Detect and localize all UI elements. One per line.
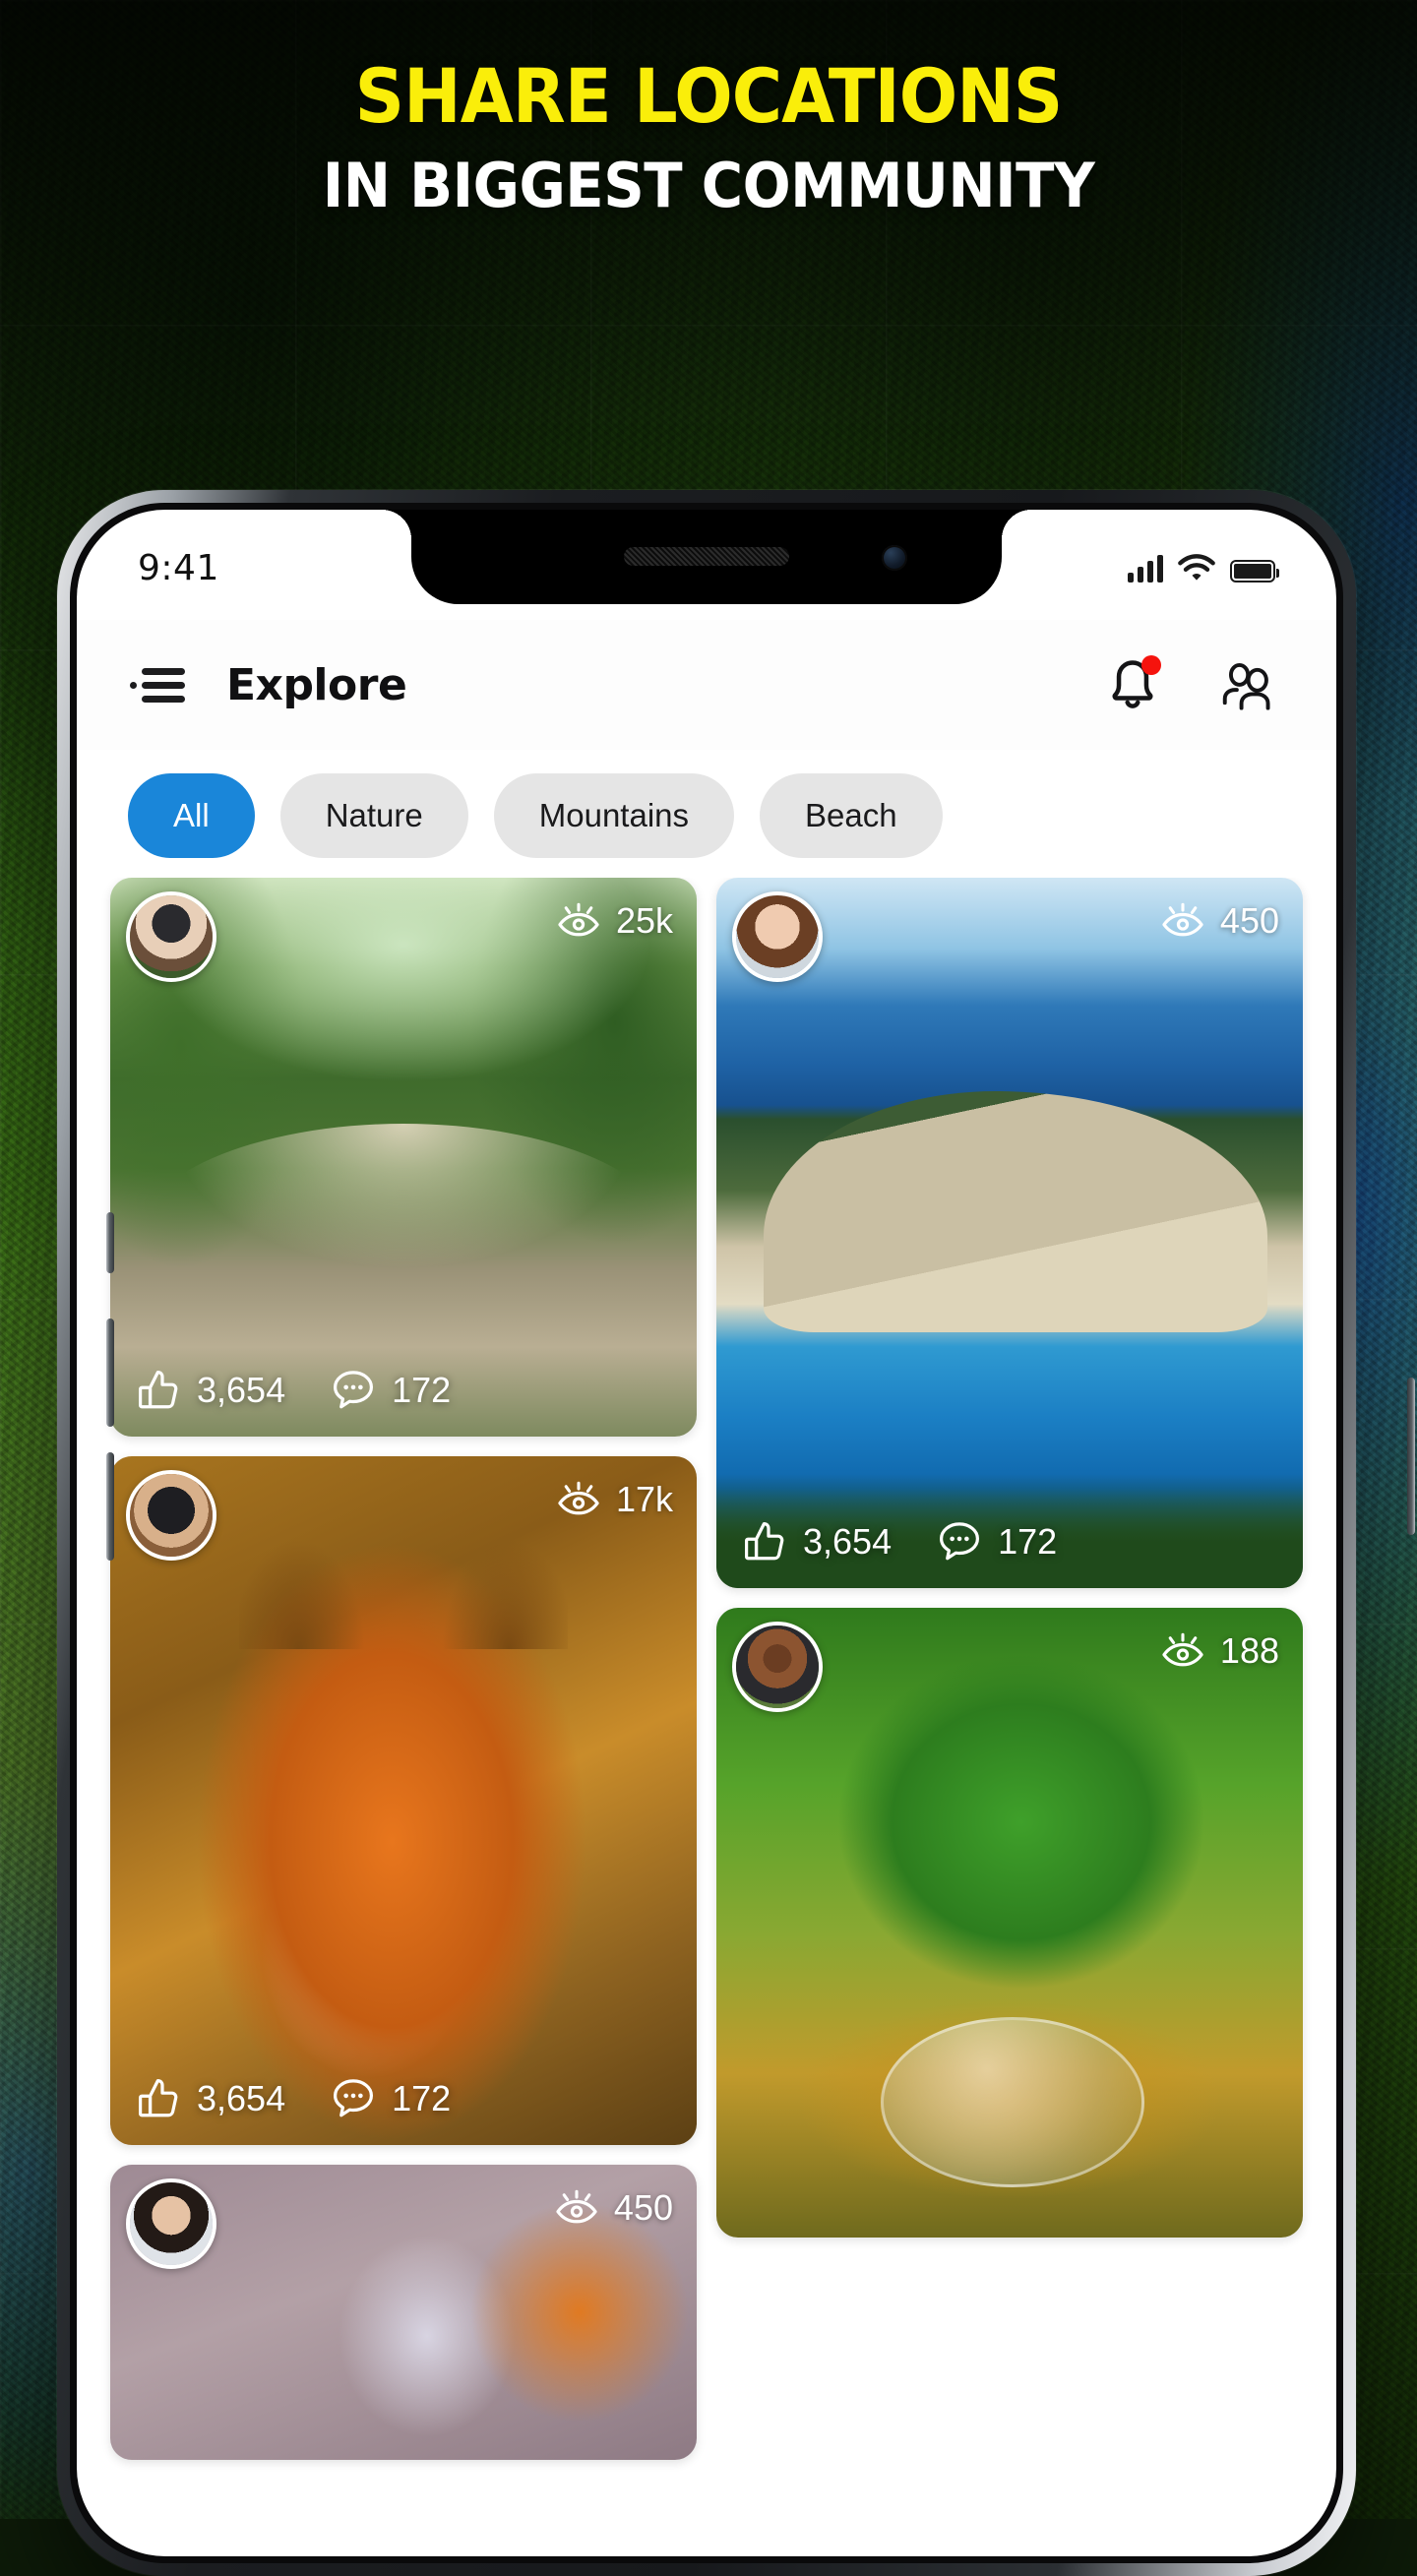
promo-headline-block: SHARE LOCATIONS IN BIGGEST COMMUNITY bbox=[0, 59, 1417, 216]
post-stats: 3,654 172 bbox=[742, 1519, 1057, 1564]
status-bar-indicators bbox=[1128, 553, 1279, 583]
feed-column-left: 25k 3,654 172 17k 3,654 172 450 bbox=[110, 878, 697, 2556]
header-actions bbox=[1102, 654, 1279, 715]
people-icon bbox=[1222, 662, 1270, 710]
view-count-value: 450 bbox=[1219, 900, 1279, 941]
post-stats: 3,654 172 bbox=[136, 1368, 451, 1413]
post-photo-beach-cliff bbox=[716, 878, 1303, 1588]
feed-card[interactable]: 450 3,654 172 bbox=[716, 878, 1303, 1588]
view-count: 17k bbox=[557, 1478, 673, 1521]
eye-icon bbox=[558, 1481, 599, 1515]
comment-bubble-icon bbox=[334, 2079, 374, 2117]
wifi-icon bbox=[1178, 554, 1215, 581]
comment-button[interactable]: 172 bbox=[331, 1368, 451, 1413]
view-count-value: 450 bbox=[613, 2187, 673, 2228]
avatar[interactable] bbox=[126, 891, 216, 982]
page-title: Explore bbox=[226, 659, 407, 710]
battery-full-icon bbox=[1230, 560, 1279, 583]
eye-icon bbox=[556, 2189, 597, 2224]
view-count-value: 17k bbox=[615, 1479, 673, 1519]
explore-feed[interactable]: 25k 3,654 172 17k 3,654 172 450 450 3,65… bbox=[77, 878, 1336, 2556]
notifications-button[interactable] bbox=[1102, 654, 1163, 715]
filter-chip-nature[interactable]: Nature bbox=[279, 773, 468, 858]
eye-icon bbox=[1162, 1632, 1203, 1667]
comment-bubble-icon bbox=[940, 1522, 980, 1561]
avatar[interactable] bbox=[732, 1622, 823, 1712]
phone-volume-down-button[interactable] bbox=[106, 1452, 114, 1561]
view-count: 450 bbox=[555, 2186, 673, 2230]
post-stats: 3,654 172 bbox=[136, 2076, 451, 2121]
eye-icon bbox=[558, 902, 599, 937]
feed-column-right: 450 3,654 172 188 bbox=[716, 878, 1303, 2556]
view-count: 25k bbox=[557, 899, 673, 943]
app-header: Explore bbox=[77, 620, 1336, 750]
comment-bubble-icon bbox=[334, 1371, 374, 1409]
status-bar-clock: 9:41 bbox=[138, 547, 219, 588]
filter-chip-mountains[interactable]: Mountains bbox=[493, 773, 735, 858]
comment-button[interactable]: 172 bbox=[331, 2076, 451, 2121]
like-button[interactable]: 3,654 bbox=[136, 2076, 285, 2121]
category-filter-bar[interactable]: All Nature Mountains Beach bbox=[77, 764, 1336, 868]
notification-badge bbox=[1141, 655, 1161, 675]
phone-mute-switch[interactable] bbox=[106, 1212, 114, 1273]
view-count: 450 bbox=[1161, 899, 1279, 943]
like-button[interactable]: 3,654 bbox=[136, 1368, 285, 1413]
filter-chip-all[interactable]: All bbox=[128, 773, 255, 858]
avatar[interactable] bbox=[732, 891, 823, 982]
like-count: 3,654 bbox=[197, 1370, 286, 1410]
cellular-signal-icon bbox=[1128, 555, 1163, 583]
feed-card[interactable]: 188 bbox=[716, 1608, 1303, 2238]
like-button[interactable]: 3,654 bbox=[742, 1519, 892, 1564]
phone-volume-up-button[interactable] bbox=[106, 1319, 114, 1427]
comment-button[interactable]: 172 bbox=[937, 1519, 1057, 1564]
avatar[interactable] bbox=[126, 1470, 216, 1561]
status-bar: 9:41 bbox=[77, 510, 1336, 604]
comment-count: 172 bbox=[998, 1521, 1058, 1562]
friends-button[interactable] bbox=[1218, 654, 1279, 715]
thumbs-up-icon bbox=[744, 1521, 784, 1561]
view-count-value: 188 bbox=[1219, 1630, 1279, 1671]
feed-card[interactable]: 25k 3,654 172 bbox=[110, 878, 697, 1437]
feed-card[interactable]: 17k 3,654 172 bbox=[110, 1456, 697, 2145]
promo-headline-secondary: IN BIGGEST COMMUNITY bbox=[322, 150, 1095, 221]
post-photo-fox bbox=[110, 1456, 697, 2145]
filter-chip-beach[interactable]: Beach bbox=[760, 773, 943, 858]
feed-card[interactable]: 450 bbox=[110, 2165, 697, 2460]
phone-power-button[interactable] bbox=[1407, 1378, 1415, 1535]
phone-bezel: 9:41 Explore All Nature Mountains Beach … bbox=[70, 503, 1343, 2563]
like-count: 3,654 bbox=[803, 1521, 893, 1562]
eye-icon bbox=[1162, 902, 1203, 937]
comment-count: 172 bbox=[392, 2078, 452, 2118]
comment-count: 172 bbox=[392, 1370, 452, 1410]
view-count: 188 bbox=[1161, 1629, 1279, 1673]
thumbs-up-icon bbox=[138, 1370, 178, 1409]
view-count-value: 25k bbox=[615, 900, 673, 941]
hamburger-menu-icon[interactable] bbox=[130, 665, 185, 705]
thumbs-up-icon bbox=[138, 2078, 178, 2117]
avatar[interactable] bbox=[126, 2178, 216, 2269]
like-count: 3,654 bbox=[197, 2078, 286, 2118]
promo-headline-primary: SHARE LOCATIONS bbox=[354, 52, 1064, 140]
phone-mockup: 9:41 Explore All Nature Mountains Beach … bbox=[57, 490, 1415, 2576]
phone-screen: 9:41 Explore All Nature Mountains Beach … bbox=[77, 510, 1336, 2556]
